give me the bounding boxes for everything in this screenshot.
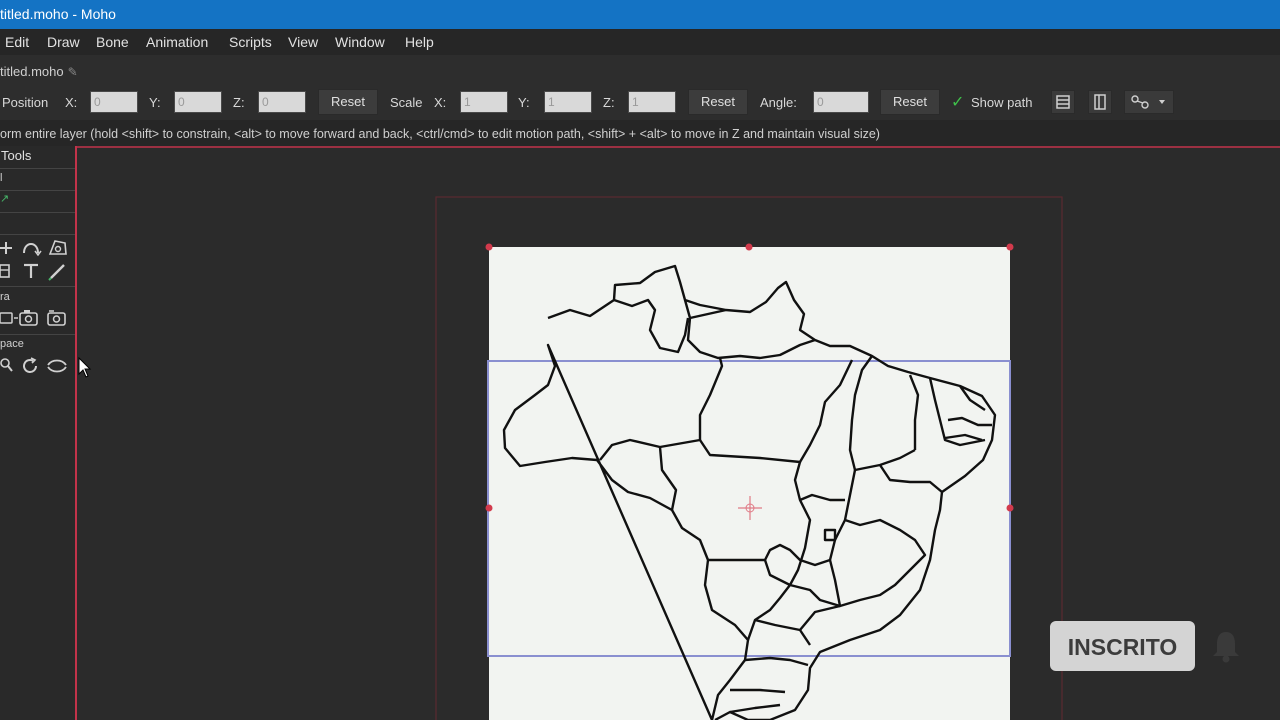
show-path-label: Show path	[971, 95, 1033, 110]
control-handle[interactable]	[485, 243, 493, 251]
control-handle[interactable]	[1006, 504, 1014, 512]
scale-label: Scale	[390, 95, 423, 110]
warp-icon[interactable]	[47, 237, 69, 259]
panel-divider	[0, 212, 75, 213]
control-handle[interactable]	[485, 504, 493, 512]
scale-x-input[interactable]	[460, 91, 508, 113]
position-reset-button[interactable]: Reset	[318, 89, 378, 115]
show-path-checkbox[interactable]: ✓	[951, 92, 964, 112]
menu-bone[interactable]: Bone	[96, 34, 129, 50]
panel-divider	[0, 286, 75, 287]
scale-y-input[interactable]	[544, 91, 592, 113]
tool-hint: orm entire layer (hold <shift> to constr…	[0, 127, 880, 141]
scale-y-label: Y:	[518, 95, 530, 110]
window-title: titled.moho - Moho	[0, 6, 116, 22]
position-label: Position	[2, 95, 49, 110]
menu-draw[interactable]: Draw	[47, 34, 80, 50]
frame-icon[interactable]	[1088, 90, 1112, 114]
position-z-label: Z:	[233, 95, 245, 110]
pencil-icon: ✎	[67, 65, 78, 79]
menu-window[interactable]: Window	[335, 34, 385, 50]
scale-z-input[interactable]	[628, 91, 676, 113]
panel-divider	[0, 334, 75, 335]
bell-icon[interactable]	[1210, 628, 1242, 664]
bookmark-icon[interactable]	[0, 260, 22, 282]
panel-divider	[0, 168, 75, 169]
tools-section-camera: ra	[0, 291, 10, 303]
position-z-input[interactable]	[258, 91, 306, 113]
tools-panel-title: Tools	[1, 148, 32, 163]
subscribe-button[interactable]: INSCRITO	[1050, 621, 1195, 671]
control-handle[interactable]	[1006, 243, 1014, 251]
document-tab-label: titled.moho	[0, 64, 64, 79]
control-handle[interactable]	[745, 243, 753, 251]
tools-panel: Tools l ↗ ra pace	[0, 146, 76, 720]
document-tab[interactable]: titled.moho ✎	[0, 64, 78, 79]
orbit-icon[interactable]	[46, 355, 68, 377]
position-x-input[interactable]	[90, 91, 138, 113]
draw-tool-icon[interactable]: ↗	[0, 192, 9, 205]
scale-z-label: Z:	[603, 95, 615, 110]
pen-icon[interactable]	[47, 260, 69, 282]
position-y-input[interactable]	[174, 91, 222, 113]
layer-icon[interactable]	[1051, 90, 1075, 114]
title-bar: titled.moho - Moho	[0, 0, 1280, 29]
panel-divider	[0, 190, 75, 191]
scale-x-label: X:	[434, 95, 447, 110]
camera-icon[interactable]	[18, 307, 40, 329]
tool-options-bar: Position X: Y: Z: Reset Scale X: Y: Z: R…	[0, 84, 1280, 120]
bone-options-icon[interactable]	[1124, 90, 1174, 114]
document-tab-bar: titled.moho ✎	[0, 55, 1280, 84]
tools-section-workspace: pace	[0, 338, 24, 350]
curve-icon[interactable]	[20, 237, 42, 259]
position-x-label: X:	[65, 95, 78, 110]
camera-roll-icon[interactable]	[46, 307, 68, 329]
menu-help[interactable]: Help	[405, 34, 434, 50]
tools-section-draw: l	[0, 172, 3, 184]
menu-view[interactable]: View	[288, 34, 318, 50]
menu-animation[interactable]: Animation	[146, 34, 208, 50]
scale-reset-button[interactable]: Reset	[688, 89, 748, 115]
cursor-arrow-icon	[78, 357, 92, 378]
rotate-icon[interactable]	[19, 355, 41, 377]
menu-edit[interactable]: Edit	[5, 34, 29, 50]
menu-bar: Edit Draw Bone Animation Scripts View Wi…	[0, 29, 1280, 55]
menu-scripts[interactable]: Scripts	[229, 34, 272, 50]
translate-icon[interactable]	[0, 237, 22, 259]
position-y-label: Y:	[149, 95, 161, 110]
text-icon[interactable]	[20, 260, 42, 282]
angle-label: Angle:	[760, 95, 797, 110]
panel-divider	[0, 234, 75, 235]
status-bar: orm entire layer (hold <shift> to constr…	[0, 120, 1280, 146]
angle-reset-button[interactable]: Reset	[880, 89, 940, 115]
angle-input[interactable]	[813, 91, 869, 113]
